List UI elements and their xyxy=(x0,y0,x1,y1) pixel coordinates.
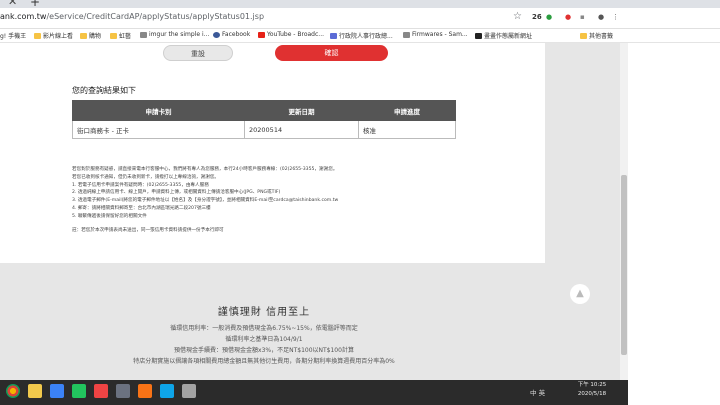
notes-section: 若您對於服務有疑惑，請直接來電本行客服中心，我們將有專人為您服務，本行24小時客… xyxy=(72,166,472,234)
status-cell: 核准 xyxy=(358,120,456,139)
column-header: 申請卡別 xyxy=(72,100,245,121)
address-bar[interactable]: ank.com.tw/eService/CreditCardAP/applySt… xyxy=(0,8,720,29)
extension-icon[interactable]: ● xyxy=(565,13,571,21)
date-cell: 20200514 xyxy=(244,120,359,139)
avatar[interactable]: ● xyxy=(598,13,604,21)
system-tray[interactable]: 中 英 xyxy=(530,387,545,397)
confirm-button[interactable]: 確認 xyxy=(275,45,388,61)
result-table: 申請卡別 更新日期 申請進度 街口商務卡 - 正卡 20200514 核准 xyxy=(72,100,456,139)
note-line: 4. 郵寄：請將相關資料郵寄至：台北市內湖區瑞光路二段207號三樓 xyxy=(72,205,211,211)
table-header-row: 申請卡別 更新日期 申請進度 xyxy=(72,100,456,121)
note-remark: 註：若您於本次申請表尚未送出，同一張信用卡資料請提供一份予本行即可 xyxy=(72,227,224,233)
page-viewport: 重設 確認 您的查詢結果如下 申請卡別 更新日期 申請進度 街口商務卡 - 正卡… xyxy=(0,43,628,380)
note-line: 若您已收到核卡通知，但仍未收到新卡，請撥打以上專線洽詢，謝謝您。 xyxy=(72,174,220,180)
bookmark-label: YouTube - Broadc... xyxy=(267,31,325,38)
bookmarks-bar: g! 手機王 影片線上看 購物 虹藝 imgur the simple i...… xyxy=(0,29,720,43)
bookmark-item[interactable]: Firmwares - Sam... xyxy=(403,31,468,38)
shield-icon[interactable]: ● xyxy=(546,13,552,21)
note-line: 1. 若電子信用卡申請案件有疑問時：(02)2655-3355，由專人服務 xyxy=(72,182,209,188)
bookmark-label: 其他書籤 xyxy=(589,33,614,40)
taskbar: 中 英 xyxy=(0,380,628,405)
gov-icon xyxy=(330,32,337,39)
bookmark-item[interactable]: imgur the simple i... xyxy=(140,31,209,38)
folder-icon xyxy=(110,32,117,39)
extension-icon[interactable]: ▪ xyxy=(580,13,585,21)
chrome-icon[interactable] xyxy=(6,384,20,398)
result-title: 您的查詢結果如下 xyxy=(72,86,136,95)
bookmark-label: 畫畫作態屬新網址 xyxy=(484,33,533,40)
bookmark-item[interactable]: 購物 xyxy=(80,31,101,40)
url-host: ank.com.tw xyxy=(0,12,47,21)
footer: 謹慎理財 信用至上 循環信用利率：一般消費及預借現金為6.75%~15%，依電腦… xyxy=(0,263,628,380)
url-path: /eService/CreditCardAP/applyStatus/apply… xyxy=(46,12,265,21)
scrollbar-thumb[interactable] xyxy=(621,175,627,355)
footer-title: 謹慎理財 信用至上 xyxy=(217,307,311,318)
card-type-cell: 街口商務卡 - 正卡 xyxy=(72,120,245,139)
column-header: 更新日期 xyxy=(244,100,359,121)
menu-icon[interactable]: ⋮ xyxy=(612,13,619,21)
app-icon[interactable] xyxy=(94,384,108,398)
tab-strip: ✕ + xyxy=(0,0,720,9)
note-line: 5. 聯繫傳遞後請保留好您的相關文件 xyxy=(72,213,147,219)
app-icon[interactable] xyxy=(160,384,174,398)
reset-button[interactable]: 重設 xyxy=(163,45,233,61)
bookmark-label: 購物 xyxy=(89,33,102,40)
content-panel: 重設 確認 您的查詢結果如下 申請卡別 更新日期 申請進度 街口商務卡 - 正卡… xyxy=(0,43,545,263)
close-tab-icon[interactable]: ✕ xyxy=(8,0,17,8)
column-header: 申請進度 xyxy=(358,100,456,121)
clock-date: 2020/5/18 xyxy=(577,391,607,397)
clock[interactable]: 下午 10:25 2020/5/18 xyxy=(572,381,612,399)
bookmark-label: Facebook xyxy=(222,31,251,38)
bookmark-label: 影片線上看 xyxy=(43,33,74,40)
bookmark-item[interactable]: 虹藝 xyxy=(110,31,131,40)
note-line: 3. 透過電子郵件(E-mail)將您的電子郵件地址以【姓名】及【身分證字號】，… xyxy=(72,198,339,204)
desktop-edge xyxy=(628,380,720,405)
line-icon[interactable] xyxy=(72,384,86,398)
book-icon xyxy=(475,32,482,39)
note-line: 若您對於服務有疑惑，請直接來電本行客服中心，我們將有專人為您服務，本行24小時客… xyxy=(72,167,338,172)
footer-line: 循環信用利率：一般消費及預借現金為6.75%~15%，依電腦評等而定 xyxy=(170,325,358,332)
url-text[interactable]: ank.com.tw/eService/CreditCardAP/applySt… xyxy=(0,12,264,21)
app-icon[interactable] xyxy=(182,384,196,398)
app-icon[interactable] xyxy=(116,384,130,398)
folder-icon xyxy=(34,32,41,39)
extension-badge[interactable]: 26 xyxy=(532,13,542,21)
back-to-top-icon[interactable]: ▲ xyxy=(570,284,590,304)
bookmark-item[interactable]: g! 手機王 xyxy=(0,31,26,40)
bookmark-label: Firmwares - Sam... xyxy=(412,31,468,38)
app-icon[interactable] xyxy=(50,384,64,398)
file-icon xyxy=(403,31,410,38)
bookmark-label: imgur the simple i... xyxy=(149,31,210,38)
bookmark-label: g! 手機王 xyxy=(0,33,27,40)
facebook-icon xyxy=(213,31,220,38)
file-explorer-icon[interactable] xyxy=(28,384,42,398)
footer-line: 特店分期實施以摺讓各項相關費用總金額且無其他衍生費用，各期分期利率換算週費用百分… xyxy=(133,358,395,365)
bookmark-item[interactable]: 其他書籤 xyxy=(580,31,613,40)
bookmark-label: 行政院人事行政總... xyxy=(339,33,393,40)
bookmark-item[interactable]: 影片線上看 xyxy=(34,31,73,40)
bookmark-item[interactable]: 行政院人事行政總... xyxy=(330,31,393,40)
folder-icon xyxy=(580,32,587,39)
clock-time: 下午 10:25 xyxy=(577,382,607,388)
footer-line: 預借現金手續費：預借現金金額x3%，不足NT$100以NT$100計算 xyxy=(174,347,354,354)
note-line: 2. 透過純線上申請信用卡、線上開戶，申請資料上傳，或相關資料上傳請洽客服中心(… xyxy=(72,190,281,196)
youtube-icon xyxy=(258,31,265,38)
right-blank-area xyxy=(628,43,720,380)
bookmark-item[interactable]: YouTube - Broadc... xyxy=(258,31,324,38)
bookmark-item[interactable]: Facebook xyxy=(213,31,250,38)
imgur-icon xyxy=(140,31,147,38)
bookmark-label: 虹藝 xyxy=(119,33,132,40)
bookmark-item[interactable]: 畫畫作態屬新網址 xyxy=(475,31,532,40)
table-row: 街口商務卡 - 正卡 20200514 核准 xyxy=(72,120,456,139)
folder-icon xyxy=(80,32,87,39)
bookmark-star-icon[interactable]: ☆ xyxy=(513,11,522,22)
app-icon[interactable] xyxy=(138,384,152,398)
footer-line: 循環利率之基準日為104/9/1 xyxy=(225,336,303,343)
